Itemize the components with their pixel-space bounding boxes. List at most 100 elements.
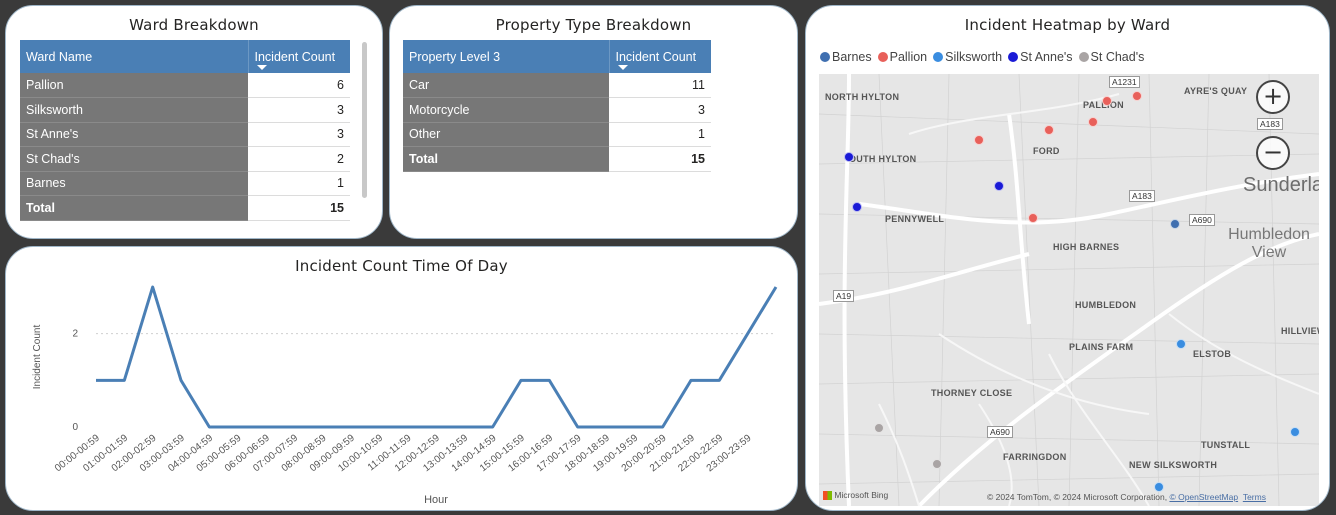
- legend-item[interactable]: Pallion: [877, 50, 928, 64]
- legend-item[interactable]: St Chad's: [1078, 50, 1144, 64]
- property-count-column-header[interactable]: Incident Count: [608, 40, 711, 73]
- map-place-label: FARRINGDON: [1003, 452, 1067, 462]
- property-name-cell: Motorcycle: [403, 97, 609, 123]
- table-row[interactable]: Barnes 1: [20, 171, 350, 196]
- table-total-row: Total 15: [20, 195, 350, 221]
- legend-label: St Anne's: [1020, 50, 1073, 64]
- legend-dot-icon: [877, 52, 888, 62]
- ward-breakdown-title: Ward Breakdown: [129, 16, 259, 34]
- road-label: A183: [1129, 190, 1155, 202]
- map-incident-point[interactable]: [1170, 219, 1180, 229]
- road-label: A19: [833, 290, 855, 302]
- heatmap-card: Incident Heatmap by Ward Barnes Pallion Si…: [805, 5, 1330, 511]
- map-incident-point[interactable]: [1154, 482, 1164, 492]
- map-incident-point[interactable]: [932, 459, 942, 469]
- legend-label: Pallion: [889, 50, 928, 64]
- time-of-day-card: Incident Count Time Of Day 0 2 00:00-00:59…: [5, 246, 798, 511]
- map-incident-point[interactable]: [994, 181, 1004, 191]
- ward-count-header-label: Incident Count: [254, 49, 336, 64]
- map-incident-point[interactable]: [1088, 117, 1098, 127]
- road-label: A690: [987, 426, 1013, 438]
- map-place-label: Sunderlan: [1243, 174, 1319, 196]
- map-place-label: FORD: [1033, 146, 1060, 156]
- ward-name-cell: St Chad's: [20, 146, 248, 172]
- y-tick-label: 0: [72, 422, 78, 433]
- sort-descending-icon: [256, 65, 267, 70]
- zoom-out-button[interactable]: −: [1256, 136, 1290, 170]
- ward-table: Ward Name Incident Count Pallion 6 Silksw…: [20, 40, 350, 221]
- property-table: Property Level 3 Incident Count Car 11 Mo…: [403, 40, 711, 172]
- map-canvas[interactable]: NORTH HYLTON OUTH HYLTON PALLION AYRE'S …: [819, 74, 1319, 506]
- map-place-label: PLAINS FARM: [1069, 342, 1134, 352]
- property-level-column-header[interactable]: Property Level 3: [403, 40, 609, 73]
- zoom-in-icon: +: [1262, 82, 1284, 110]
- map-place-label: NORTH HYLTON: [825, 92, 900, 102]
- ward-total-value: 15: [248, 195, 350, 221]
- ward-table-header: Ward Name Incident Count: [20, 40, 350, 73]
- ward-count-cell: 1: [248, 171, 350, 196]
- time-of-day-line-chart[interactable]: 0200:00-00:5901:00-01:5902:00-02:5903:00…: [6, 247, 798, 511]
- ward-count-column-header[interactable]: Incident Count: [247, 40, 350, 73]
- map-place-label: AYRE'S QUAY: [1184, 86, 1248, 96]
- series-line: [96, 285, 778, 429]
- ward-name-column-header[interactable]: Ward Name: [20, 40, 248, 73]
- table-row[interactable]: Pallion 6: [20, 73, 350, 98]
- ward-table-scrollbar[interactable]: [362, 42, 367, 198]
- zoom-in-button[interactable]: +: [1256, 80, 1290, 114]
- map-place-label: PENNYWELL: [885, 214, 945, 224]
- property-count-cell: 11: [609, 73, 711, 98]
- map-place-label: TUNSTALL: [1201, 440, 1251, 450]
- map-incident-point[interactable]: [1132, 91, 1142, 101]
- map-incident-point[interactable]: [1290, 427, 1300, 437]
- map-incident-point[interactable]: [1176, 339, 1186, 349]
- map-place-label: HIGH BARNES: [1053, 242, 1120, 252]
- map-place-label: OUTH HYLTON: [849, 154, 917, 164]
- property-count-cell: 1: [609, 122, 711, 147]
- map-place-label: Humbledon View: [1228, 226, 1310, 261]
- legend-dot-icon: [820, 52, 830, 62]
- table-row[interactable]: Other 1: [403, 122, 711, 147]
- ward-total-label: Total: [20, 195, 248, 221]
- map-incident-point[interactable]: [852, 202, 862, 212]
- zoom-out-icon: −: [1262, 138, 1284, 166]
- sort-descending-icon: [617, 65, 628, 70]
- legend-dot-icon: [1008, 52, 1019, 62]
- terms-link[interactable]: Terms: [1243, 492, 1266, 502]
- bing-logo-icon: [823, 491, 832, 501]
- table-row[interactable]: St Chad's 2: [20, 146, 350, 172]
- table-row[interactable]: Motorcycle 3: [403, 97, 711, 123]
- ward-count-cell: 2: [248, 146, 350, 172]
- map-place-label: THORNEY CLOSE: [931, 388, 1013, 398]
- property-count-header-label: Incident Count: [615, 49, 697, 64]
- property-name-cell: Other: [403, 122, 609, 147]
- map-incident-point[interactable]: [974, 135, 984, 145]
- openstreetmap-link[interactable]: © OpenStreetMap: [1169, 492, 1238, 502]
- map-incident-point[interactable]: [1102, 96, 1112, 106]
- road-label: A690: [1189, 214, 1215, 226]
- map-incident-point[interactable]: [874, 423, 884, 433]
- x-axis-title: Hour: [424, 494, 448, 506]
- property-breakdown-card: Property Type Breakdown Property Level 3…: [389, 5, 798, 239]
- table-row[interactable]: St Anne's 3: [20, 122, 350, 147]
- legend-label: Barnes: [832, 50, 872, 64]
- legend-item[interactable]: Barnes: [820, 50, 872, 64]
- map-incident-point[interactable]: [1028, 213, 1038, 223]
- attribution-text: © 2024 TomTom, © 2024 Microsoft Corporat…: [987, 492, 1170, 502]
- map-brand-label: Microsoft Bing: [834, 490, 889, 500]
- legend-label: Silksworth: [945, 50, 1003, 64]
- map-legend: Barnes Pallion Silksworth St Anne's St Chad'…: [820, 50, 1144, 64]
- property-table-header: Property Level 3 Incident Count: [403, 40, 711, 73]
- legend-item[interactable]: Silksworth: [933, 50, 1002, 64]
- map-place-label: HUMBLEDON: [1075, 300, 1137, 310]
- ward-name-cell: St Anne's: [20, 122, 248, 147]
- table-row[interactable]: Car 11: [403, 73, 711, 98]
- map-place-label: ELSTOB: [1193, 349, 1232, 359]
- legend-dot-icon: [1078, 52, 1089, 62]
- property-breakdown-title: Property Type Breakdown: [495, 16, 692, 34]
- y-tick-label: 2: [72, 329, 78, 340]
- ward-count-cell: 3: [248, 122, 350, 147]
- legend-item[interactable]: St Anne's: [1008, 50, 1073, 64]
- table-row[interactable]: Silksworth 3: [20, 97, 350, 123]
- map-incident-point[interactable]: [1044, 125, 1054, 135]
- map-incident-point[interactable]: [844, 152, 854, 162]
